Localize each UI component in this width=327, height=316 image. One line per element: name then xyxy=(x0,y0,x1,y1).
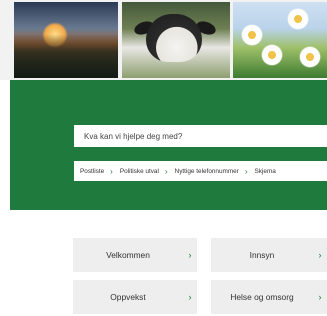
chevron-right-icon: › xyxy=(244,166,248,176)
tile-label: Velkommen xyxy=(106,250,150,260)
tile-label: Oppvekst xyxy=(110,292,146,302)
goat-photo xyxy=(122,2,230,78)
chevron-right-icon: › xyxy=(110,166,113,176)
chevron-right-icon: › xyxy=(188,292,192,302)
tile-innsyn[interactable]: Innsyn › xyxy=(211,238,327,272)
quick-link-politiske-utval[interactable]: Politiske utval › xyxy=(120,167,175,176)
daisy xyxy=(261,44,283,66)
trees-silhouette xyxy=(14,34,118,78)
tile-helse-og-omsorg[interactable]: Helse og omsorg › xyxy=(211,280,327,314)
tile-label: Innsyn xyxy=(249,250,275,260)
chevron-right-icon: › xyxy=(318,250,322,260)
tile-oppvekst[interactable]: Oppvekst › xyxy=(73,280,197,314)
goat-head xyxy=(146,14,202,62)
daisy-photo xyxy=(233,2,327,78)
quick-link-label: Nyttige telefonnummer xyxy=(174,167,239,175)
search-box[interactable] xyxy=(74,125,327,147)
sunset-photo xyxy=(14,2,118,78)
quick-link-label: Postliste xyxy=(80,167,105,175)
quick-link-postliste[interactable]: Postliste › xyxy=(80,167,120,176)
quick-links-bar: Postliste › Politiske utval › Nyttige te… xyxy=(74,161,327,181)
search-input[interactable] xyxy=(84,125,327,147)
quick-link-label: Politiske utval xyxy=(119,167,159,175)
chevron-right-icon: › xyxy=(318,292,322,302)
chevron-right-icon: › xyxy=(188,250,192,260)
daisy xyxy=(299,46,321,68)
daisy xyxy=(241,24,263,46)
chevron-right-icon: › xyxy=(164,166,168,176)
quick-link-nyttige-telefonnummer[interactable]: Nyttige telefonnummer › xyxy=(175,167,255,176)
quick-link-label: Skjema xyxy=(254,167,276,175)
tile-label: Helse og omsorg xyxy=(230,292,294,302)
tile-velkommen[interactable]: Velkommen › xyxy=(73,238,197,272)
quick-link-skjema[interactable]: Skjema xyxy=(255,168,276,175)
daisy xyxy=(287,8,309,30)
photo-banner xyxy=(0,0,327,80)
